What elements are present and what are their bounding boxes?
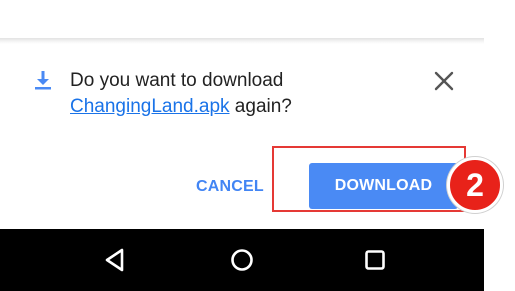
message-suffix: again? xyxy=(229,96,292,117)
recents-square-icon[interactable] xyxy=(358,243,392,277)
top-bar-shadow xyxy=(0,38,484,44)
close-icon[interactable] xyxy=(433,70,455,92)
filename-link[interactable]: ChangingLand.apk xyxy=(70,96,230,117)
back-triangle-icon[interactable] xyxy=(98,243,132,277)
android-navigation-bar xyxy=(0,229,484,291)
download-prompt-message: Do you want to download ChangingLand.apk… xyxy=(70,68,410,120)
message-prefix: Do you want to download xyxy=(70,70,284,91)
download-icon xyxy=(34,70,52,90)
top-app-bar xyxy=(0,0,484,40)
step-number-badge: 2 xyxy=(447,157,503,213)
cancel-button[interactable]: CANCEL xyxy=(196,174,270,200)
home-circle-icon[interactable] xyxy=(225,243,259,277)
step-highlight-box xyxy=(272,146,466,212)
